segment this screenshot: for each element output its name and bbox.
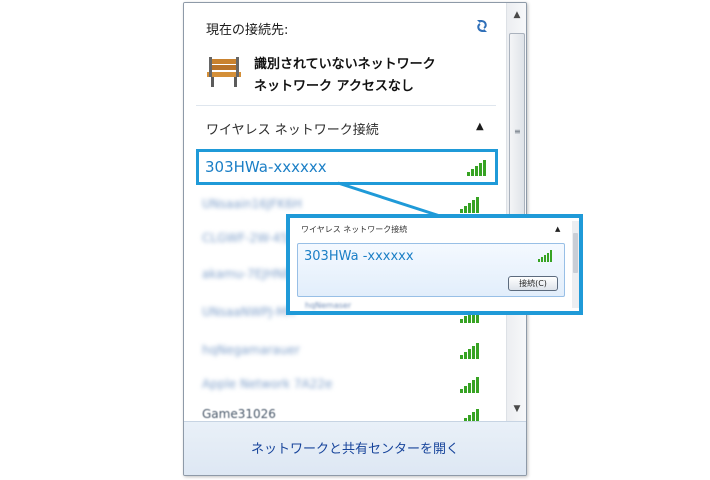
zoom-content: ワイヤレス ネットワーク接続 ▲ 303HWa -xxxxxx 接続(C) hq… — [293, 221, 576, 310]
current-network-status: ネットワーク アクセスなし — [254, 79, 414, 94]
current-connection-title: 現在の接続先: — [206, 23, 289, 38]
network-list-area: 現在の接続先: 識別されていないネットワーク ネットワーク アクセスなし ワイヤ… — [184, 3, 506, 425]
connect-button[interactable]: 接続(C) — [508, 276, 558, 291]
grip-icon: ≡ — [514, 127, 521, 136]
signal-strength-icon — [460, 343, 482, 359]
refresh-icon[interactable] — [473, 17, 491, 35]
wireless-section-label[interactable]: ワイヤレス ネットワーク接続 — [206, 119, 379, 138]
network-ssid: akamu-7EJHNB — [202, 267, 293, 281]
signal-strength-icon — [460, 197, 482, 213]
network-ssid: UNsaaNWPJ-MR — [202, 305, 295, 319]
zoom-selected-network[interactable]: 303HWa -xxxxxx 接続(C) — [297, 243, 565, 297]
scrollbar-thumb[interactable]: ≡ — [509, 33, 525, 233]
network-row[interactable]: hqNegamarauer — [202, 341, 492, 363]
selected-network-row[interactable]: 303HWa-xxxxxx — [196, 149, 498, 185]
scroll-up-icon[interactable]: ▲ — [509, 7, 525, 23]
collapse-chevron-icon[interactable]: ▲ — [476, 121, 484, 132]
scrollbar[interactable]: ▲ ≡ ▼ — [506, 3, 526, 421]
zoom-chevron-icon: ▲ — [555, 225, 561, 233]
scroll-down-icon[interactable]: ▼ — [509, 401, 525, 417]
zoom-callout: ワイヤレス ネットワーク接続 ▲ 303HWa -xxxxxx 接続(C) hq… — [286, 214, 583, 315]
network-ssid: Game31026 — [202, 407, 276, 421]
zoom-next-network: hqNemaser — [305, 301, 352, 310]
footer: ネットワークと共有センターを開く — [184, 421, 526, 475]
zoom-scrollbar — [572, 221, 579, 308]
zoom-section-label: ワイヤレス ネットワーク接続 — [301, 225, 408, 234]
current-network-name: 識別されていないネットワーク — [254, 57, 436, 72]
bench-icon — [207, 57, 241, 87]
network-ssid: Apple Network 7A22e — [202, 377, 333, 391]
selected-network-ssid: 303HWa-xxxxxx — [205, 158, 327, 176]
signal-strength-icon — [460, 377, 482, 393]
network-row[interactable]: Apple Network 7A22e — [202, 375, 492, 397]
divider — [196, 105, 496, 106]
network-ssid: hqNegamarauer — [202, 343, 300, 357]
signal-strength-icon — [467, 160, 489, 176]
zoom-ssid: 303HWa -xxxxxx — [304, 249, 414, 264]
open-network-sharing-center-link[interactable]: ネットワークと共有センターを開く — [184, 438, 526, 457]
network-ssid: UNsaain16JFK6H — [202, 197, 302, 211]
signal-strength-icon — [538, 250, 556, 262]
